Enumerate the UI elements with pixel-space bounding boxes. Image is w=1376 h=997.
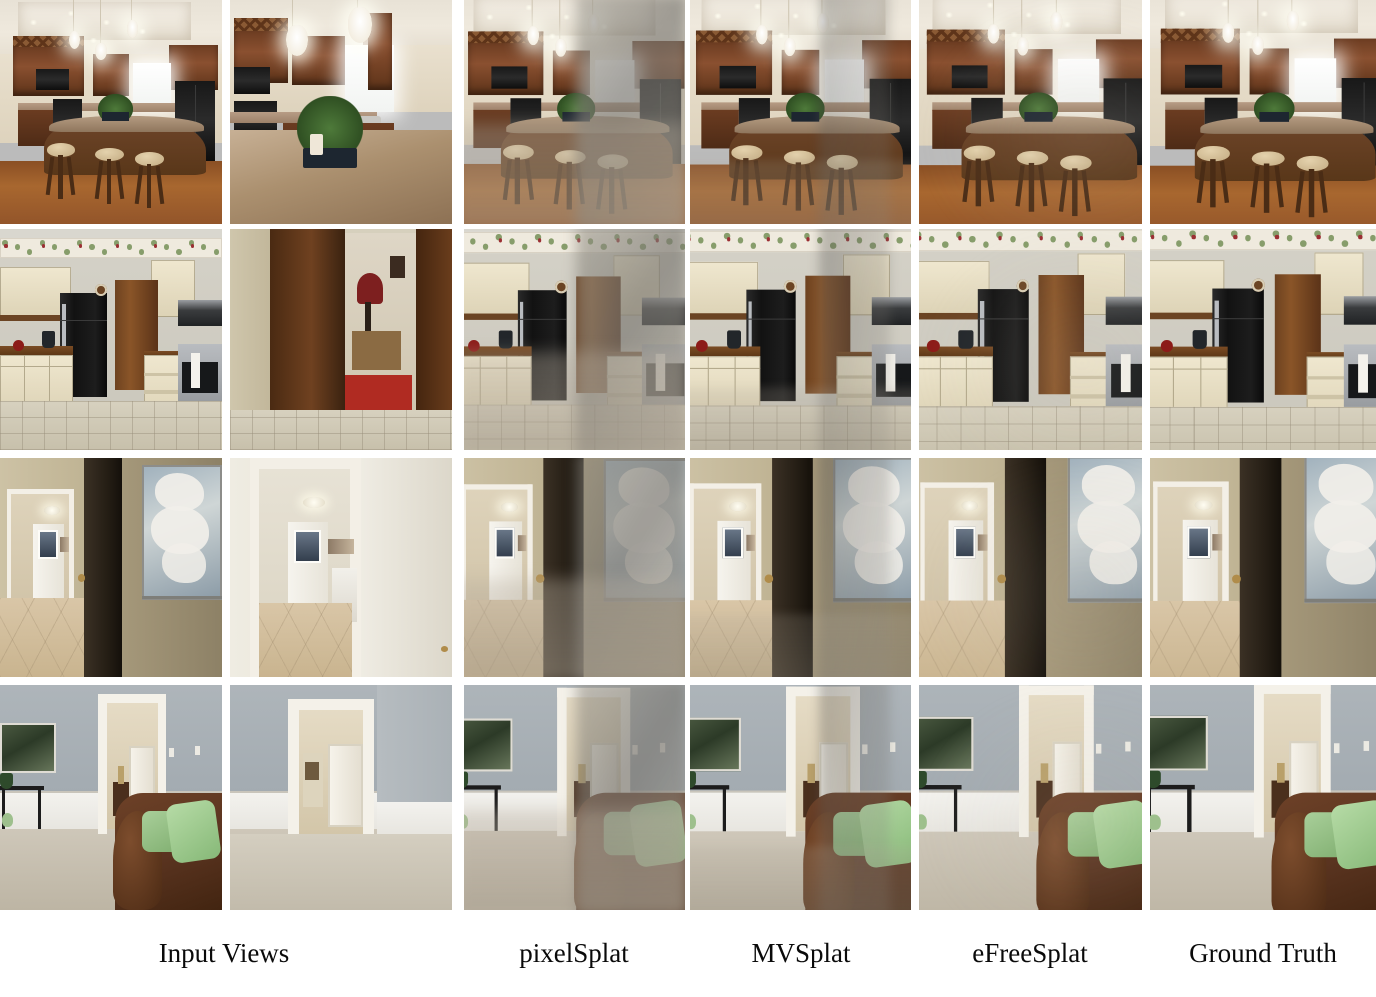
scene-render xyxy=(690,229,911,450)
grid-cell-r2-c2 xyxy=(230,229,452,450)
grid-cell-r4-c6 xyxy=(1150,685,1376,910)
grid-cell-r2-c5 xyxy=(919,229,1142,450)
column-label-ground-truth: Ground Truth xyxy=(1189,938,1337,968)
grid-cell-r1-c6 xyxy=(1150,0,1376,224)
qualitative-comparison-figure: Input Views pixelSplat MVSplat eFreeSplat Gr… xyxy=(0,0,1376,997)
grid-cell-r3-c5 xyxy=(919,458,1142,677)
scene-render xyxy=(690,0,911,224)
scene-render xyxy=(919,0,1142,224)
scene-render xyxy=(690,458,911,677)
scene-render xyxy=(464,685,685,910)
grid-cell-r3-c1 xyxy=(0,458,222,677)
grid-cell-r4-c3 xyxy=(464,685,685,910)
scene-render xyxy=(1150,458,1376,677)
scene-render xyxy=(919,685,1142,910)
grid-cell-r3-c3 xyxy=(464,458,685,677)
scene-render xyxy=(919,458,1142,677)
grid-cell-r4-c5 xyxy=(919,685,1142,910)
grid-cell-r1-c1 xyxy=(0,0,222,224)
scene-render xyxy=(690,685,911,910)
scene-render xyxy=(1150,0,1376,224)
grid-cell-r2-c4 xyxy=(690,229,911,450)
column-label-input-views: Input Views xyxy=(158,938,290,968)
scene-render xyxy=(464,0,685,224)
scene-render xyxy=(1150,229,1376,450)
scene-render xyxy=(1150,685,1376,910)
scene-render xyxy=(230,458,452,677)
grid-cell-r3-c6 xyxy=(1150,458,1376,677)
grid-cell-r1-c2 xyxy=(230,0,452,224)
image-grid xyxy=(0,0,1376,911)
scene-render xyxy=(0,458,222,677)
column-label-row: Input Views pixelSplat MVSplat eFreeSplat Gr… xyxy=(0,911,1376,997)
grid-cell-r4-c4 xyxy=(690,685,911,910)
grid-cell-r3-c2 xyxy=(230,458,452,677)
grid-cell-r1-c5 xyxy=(919,0,1142,224)
scene-render xyxy=(0,0,222,224)
grid-cell-r4-c2 xyxy=(230,685,452,910)
scene-render xyxy=(464,458,685,677)
scene-render xyxy=(230,685,452,910)
scene-render xyxy=(230,0,452,224)
grid-cell-r2-c3 xyxy=(464,229,685,450)
grid-cell-r2-c6 xyxy=(1150,229,1376,450)
grid-cell-r1-c4 xyxy=(690,0,911,224)
grid-cell-r3-c4 xyxy=(690,458,911,677)
scene-render xyxy=(919,229,1142,450)
grid-cell-r2-c1 xyxy=(0,229,222,450)
scene-render xyxy=(0,229,222,450)
scene-render xyxy=(230,229,452,450)
grid-cell-r4-c1 xyxy=(0,685,222,910)
scene-render xyxy=(0,685,222,910)
scene-render xyxy=(464,229,685,450)
grid-cell-r1-c3 xyxy=(464,0,685,224)
